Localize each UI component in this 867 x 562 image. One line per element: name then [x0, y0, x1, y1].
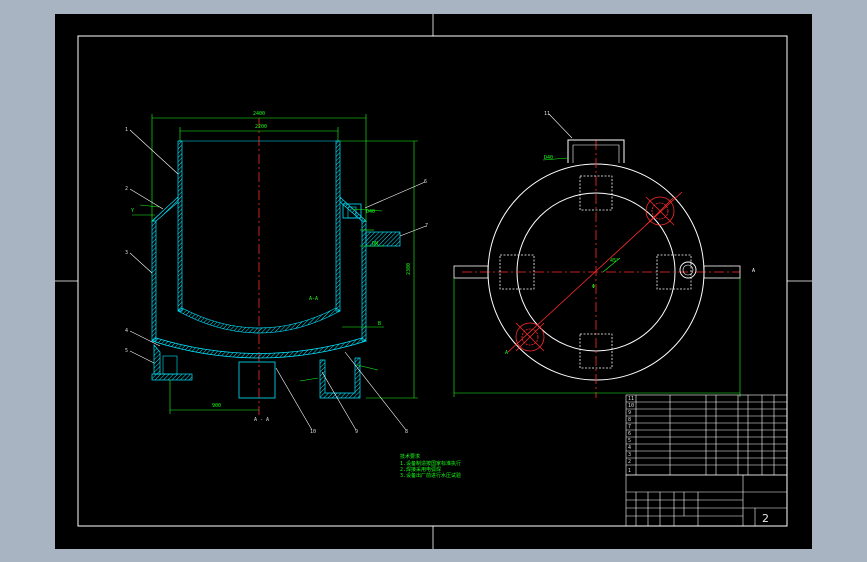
svg-text:1: 1 [628, 468, 631, 474]
svg-text:技术要求: 技术要求 [400, 453, 420, 460]
jacket-wall-left [151, 220, 157, 342]
svg-text:7: 7 [425, 223, 428, 229]
svg-text:D40: D40 [544, 155, 553, 161]
svg-text:3.设备出厂前进行水压试验: 3.设备出厂前进行水压试验 [400, 472, 461, 479]
inner-wall-left [177, 140, 183, 312]
svg-text:DN: DN [372, 241, 378, 247]
svg-text:A-A: A-A [309, 296, 318, 302]
svg-text:10: 10 [310, 429, 316, 435]
svg-text:3: 3 [125, 250, 128, 256]
svg-text:Y: Y [131, 208, 134, 214]
svg-text:11: 11 [544, 111, 550, 117]
svg-text:2300: 2300 [406, 263, 412, 275]
svg-text:2: 2 [125, 186, 128, 192]
svg-text:11: 11 [628, 396, 634, 402]
svg-text:6: 6 [628, 431, 631, 437]
svg-text:7: 7 [628, 424, 631, 430]
svg-text:3: 3 [628, 452, 631, 458]
svg-text:5: 5 [628, 438, 631, 444]
svg-text:Φ: Φ [592, 284, 595, 290]
support-foot-left [151, 373, 193, 381]
svg-text:2400: 2400 [253, 111, 265, 117]
inner-wall-right [335, 140, 341, 312]
svg-text:4: 4 [125, 328, 128, 334]
svg-text:B: B [378, 321, 381, 327]
svg-text:45°: 45° [610, 258, 619, 264]
svg-text:9: 9 [628, 410, 631, 416]
svg-text:1: 1 [125, 127, 128, 133]
jacket-wall-right [361, 220, 367, 342]
svg-text:1.设备制造按国家标准执行: 1.设备制造按国家标准执行 [400, 460, 461, 467]
svg-text:A: A [505, 350, 508, 356]
svg-text:900: 900 [212, 403, 221, 409]
svg-text:2200: 2200 [255, 124, 267, 130]
svg-text:A - A: A - A [254, 417, 269, 423]
svg-text:8: 8 [628, 417, 631, 423]
svg-text:5: 5 [125, 348, 128, 354]
svg-text:2.焊接采用电弧焊: 2.焊接采用电弧焊 [400, 466, 441, 473]
svg-text:D40: D40 [366, 209, 375, 215]
cad-drawing-canvas: 1 2 3 4 5 6 7 10 9 8 2400 2200 2300 900 … [55, 14, 812, 549]
svg-text:2: 2 [628, 459, 631, 465]
svg-text:10: 10 [628, 403, 634, 409]
svg-text:9: 9 [355, 429, 358, 435]
svg-text:6: 6 [424, 179, 427, 185]
svg-text:8: 8 [405, 429, 408, 435]
sheet-number: 2 [762, 512, 769, 525]
svg-text:A: A [752, 268, 755, 274]
svg-text:4: 4 [628, 445, 631, 451]
